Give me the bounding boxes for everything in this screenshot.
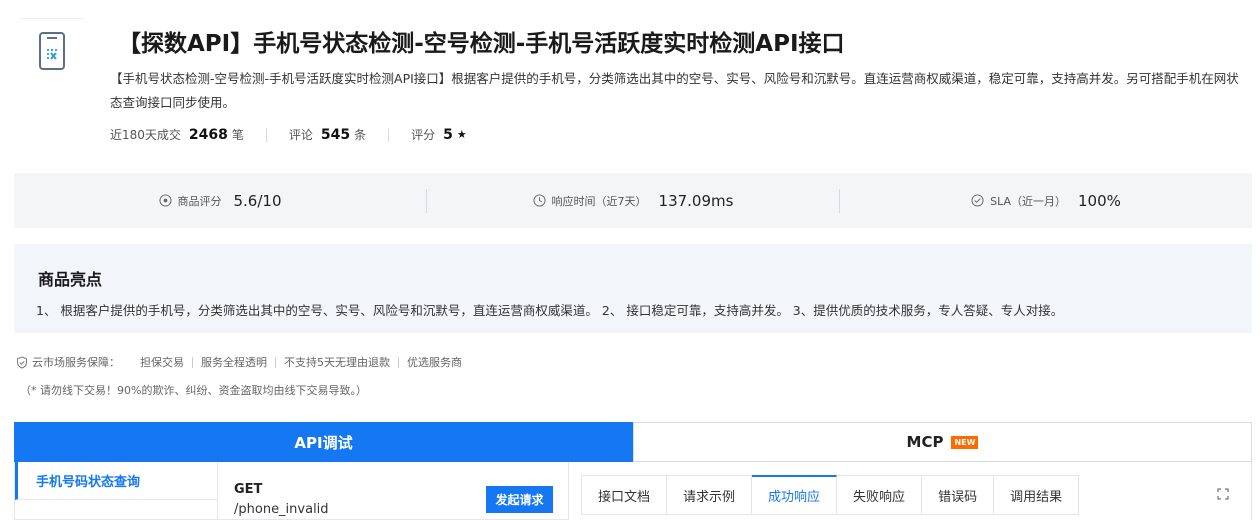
tab-request-example[interactable]: 请求示例 xyxy=(667,476,753,514)
tab-success-response[interactable]: 成功响应 xyxy=(752,475,838,514)
reviews-value[interactable]: 545 xyxy=(321,127,350,143)
tab-call-result[interactable]: 调用结果 xyxy=(994,476,1078,514)
metric-score: 商品评分 5.6/10 xyxy=(14,189,426,213)
product-description: 【手机号状态检测-空号检测-手机号活跃度实时检测API接口】根据客户提供的手机号… xyxy=(110,71,1239,110)
metrics-bar: 商品评分 5.6/10 响应时间（近7天） 137.09ms SLA（近一月） … xyxy=(14,173,1252,228)
service-guarantee: 云市场服务保障： 担保交易 服务全程透明 不支持5天无理由退款 优选服务商 xyxy=(16,354,470,370)
rating-value: 5 xyxy=(443,126,453,143)
sales-unit: 笔 xyxy=(231,128,244,142)
highlights-title: 商品亮点 xyxy=(38,270,103,289)
reviews-unit: 条 xyxy=(354,128,367,142)
response-panel: 接口文档 请求示例 成功响应 失败响应 错误码 调用结果 xyxy=(569,462,1252,520)
send-request-button[interactable]: 发起请求 xyxy=(486,486,553,513)
metric-response-time-value: 137.09ms xyxy=(658,191,734,210)
guarantee-item: 服务全程透明 xyxy=(201,356,267,369)
metric-sla-value: 100% xyxy=(1078,191,1121,210)
new-badge: NEW xyxy=(951,435,979,449)
response-tabs: 接口文档 请求示例 成功响应 失败响应 错误码 调用结果 xyxy=(581,475,1080,515)
metric-score-value: 5.6/10 xyxy=(233,191,282,210)
fullscreen-icon[interactable] xyxy=(1217,488,1229,500)
sales-value: 2468 xyxy=(188,126,228,143)
divider xyxy=(265,127,267,142)
reviews-label[interactable]: 评论 xyxy=(289,126,313,143)
guarantee-item: 不支持5天无理由退款 xyxy=(284,356,390,369)
shield-icon xyxy=(17,355,27,369)
rating-label: 评分 xyxy=(411,128,436,142)
main-tabs: API调试 MCP NEW xyxy=(14,422,1252,462)
endpoint-panel: GET /phone_invalid 发起请求 xyxy=(218,462,569,520)
product-title: 【探数API】手机号状态检测-空号检测-手机号活跃度实时检测API接口 xyxy=(118,31,845,57)
http-method: GET xyxy=(234,482,263,497)
divider xyxy=(388,127,390,142)
guarantee-label: 云市场服务保障： xyxy=(32,356,120,369)
endpoint-path: /phone_invalid xyxy=(234,502,329,517)
highlights-text: 1、 根据客户提供的手机号，分类筛选出其中的空号、实号、风险号和沉默号，直连运营… xyxy=(36,303,1064,318)
metric-response-time: 响应时间（近7天） 137.09ms xyxy=(426,188,839,213)
metric-response-time-label: 响应时间（近7天） xyxy=(551,194,647,208)
guarantee-item: 优选服务商 xyxy=(407,356,462,369)
offline-trade-warning: （* 请勿线下交易！90%的欺诈、纠纷、资金盗取均由线下交易导致。） xyxy=(20,384,367,397)
phone-check-icon xyxy=(39,31,65,70)
product-stats: 近180天成交 2468 笔 评论 545 条 评分 5 ★ xyxy=(110,126,467,143)
tab-failure-response[interactable]: 失败响应 xyxy=(837,476,923,514)
tab-api-debug[interactable]: API调试 xyxy=(14,422,633,462)
tab-error-codes[interactable]: 错误码 xyxy=(922,476,995,514)
metric-sla: SLA（近一月） 100% xyxy=(839,188,1252,213)
highlights-section: 商品亮点 1、 根据客户提供的手机号，分类筛选出其中的空号、实号、风险号和沉默号… xyxy=(14,244,1252,333)
metric-sla-label: SLA（近一月） xyxy=(990,194,1066,208)
clock-icon xyxy=(532,194,546,207)
product-icon xyxy=(20,18,84,82)
tab-api-docs[interactable]: 接口文档 xyxy=(582,476,668,514)
sidebar-item-phone-status[interactable]: 手机号码状态查询 xyxy=(15,462,217,500)
target-icon xyxy=(158,194,172,207)
api-sidebar: 手机号码状态查询 xyxy=(14,462,218,520)
check-circle-icon xyxy=(971,194,984,207)
tab-mcp-label: MCP xyxy=(906,433,944,451)
metric-score-label: 商品评分 xyxy=(177,194,222,208)
sales-label: 近180天成交 xyxy=(110,128,181,142)
guarantee-item: 担保交易 xyxy=(140,356,184,369)
star-icon: ★ xyxy=(456,128,467,141)
tab-mcp[interactable]: MCP NEW xyxy=(633,422,1252,462)
